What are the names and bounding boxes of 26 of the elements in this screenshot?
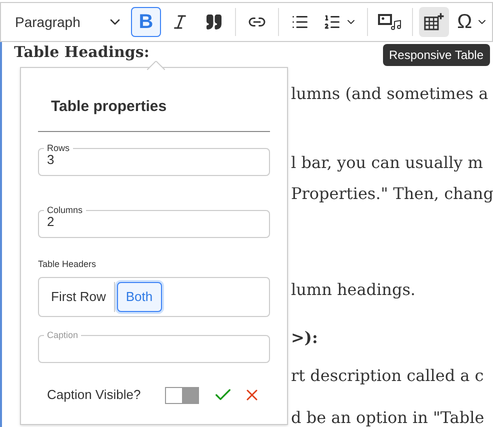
image-music-icon	[378, 13, 402, 31]
caption-visible-label: Caption Visible?	[47, 386, 141, 404]
section-heading: Table Headings:	[14, 43, 150, 61]
field-label: Table Headers	[38, 258, 98, 270]
number-field[interactable]: Columns 2	[38, 204, 270, 238]
bold-button[interactable]: B	[130, 7, 161, 37]
symbol-button[interactable]: Ω	[453, 7, 492, 37]
body-text: lumn headings.	[291, 279, 416, 301]
field-label: Caption	[46, 329, 80, 342]
table-button[interactable]	[418, 7, 450, 37]
quote-icon	[204, 13, 223, 31]
toggle-switch[interactable]	[164, 386, 199, 404]
dialog-title: Table properties	[50, 97, 168, 117]
body-text: d be an option in "Table	[291, 407, 484, 427]
bulleted-list-icon	[290, 13, 309, 31]
body-text: >):	[291, 327, 318, 349]
table-add-icon	[424, 12, 444, 32]
body-text: l bar, you can usually m	[291, 152, 483, 174]
body-text: Properties." Then, chang	[291, 183, 493, 205]
tooltip: Responsive Table	[383, 44, 490, 66]
paragraph-dropdown[interactable]: Paragraph	[15, 12, 127, 32]
body-text: lumns (and sometimes a	[291, 83, 488, 105]
numbered-list-icon	[322, 13, 341, 31]
body-text: rt description called a c	[291, 365, 484, 387]
header-option[interactable]: Both	[116, 282, 162, 312]
number-field[interactable]: Rows 3	[38, 142, 270, 176]
